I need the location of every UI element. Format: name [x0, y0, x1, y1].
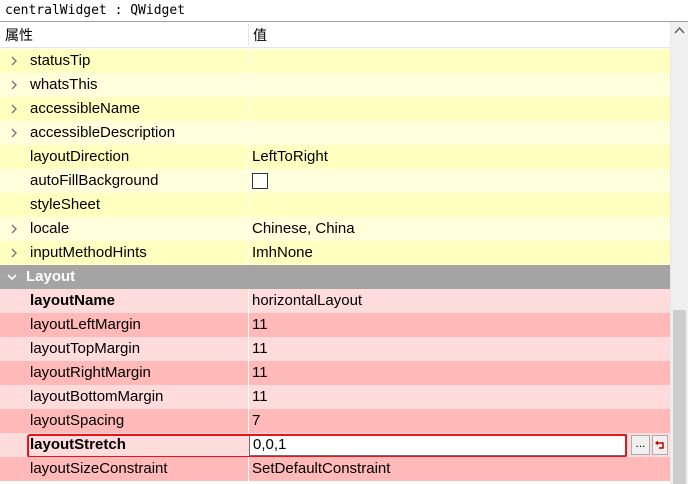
column-divider	[248, 121, 249, 145]
property-name: layoutStretch	[30, 436, 126, 453]
column-divider	[248, 217, 249, 241]
column-divider	[248, 337, 249, 361]
property-value[interactable]: Chinese, China	[252, 217, 355, 241]
scroll-up-arrow-icon[interactable]	[671, 22, 688, 39]
property-row-layoutBottomMargin[interactable]: layoutBottomMargin 11	[0, 385, 670, 409]
property-value[interactable]: ImhNone	[252, 241, 313, 265]
property-row-accessibleDescription[interactable]: accessibleDescription	[0, 121, 670, 145]
property-name: locale	[30, 220, 70, 237]
column-divider	[248, 193, 249, 217]
vertical-scrollbar[interactable]	[670, 22, 688, 484]
property-value[interactable]: SetDefaultConstraint	[252, 457, 390, 481]
property-row-accessibleName[interactable]: accessibleName	[0, 97, 670, 121]
column-divider	[248, 385, 249, 409]
property-name: statusTip	[30, 52, 91, 69]
property-name: layoutLeftMargin	[30, 316, 141, 333]
column-divider	[248, 169, 249, 193]
property-value[interactable]: horizontalLayout	[252, 289, 362, 313]
property-value[interactable]: 11	[252, 385, 268, 409]
column-divider	[248, 361, 249, 385]
property-name: layoutSpacing	[30, 412, 125, 429]
section-header-layout[interactable]: Layout	[0, 265, 670, 289]
section-title: Layout	[26, 268, 76, 285]
column-divider	[248, 313, 249, 337]
property-row-statusTip[interactable]: statusTip	[0, 49, 670, 73]
property-row-layoutName[interactable]: layoutName horizontalLayout	[0, 289, 670, 313]
expand-arrow-icon[interactable]	[8, 223, 20, 235]
header-value[interactable]: 值	[253, 22, 267, 48]
property-row-layoutRightMargin[interactable]: layoutRightMargin 11	[0, 361, 670, 385]
expand-arrow-icon[interactable]	[8, 247, 20, 259]
expand-arrow-icon[interactable]	[8, 55, 20, 67]
property-name: inputMethodHints	[30, 244, 147, 261]
property-name: layoutBottomMargin	[30, 388, 164, 405]
header-property[interactable]: 属性	[5, 22, 33, 48]
column-divider	[248, 73, 249, 97]
property-name: whatsThis	[30, 76, 98, 93]
header-divider[interactable]	[248, 24, 249, 46]
property-name: layoutTopMargin	[30, 340, 141, 357]
collapse-arrow-icon[interactable]	[6, 271, 18, 283]
property-value[interactable]: 0,0,1	[253, 435, 286, 455]
column-divider	[248, 241, 249, 265]
property-name: accessibleDescription	[30, 124, 176, 141]
property-name: layoutSizeConstraint	[30, 460, 168, 477]
column-divider	[248, 97, 249, 121]
property-table-header: 属性 值	[0, 22, 670, 48]
column-divider	[248, 289, 249, 313]
column-divider	[248, 145, 249, 169]
property-row-layoutDirection[interactable]: layoutDirection LeftToRight	[0, 145, 670, 169]
property-name: styleSheet	[30, 196, 101, 213]
property-row-inputMethodHints[interactable]: inputMethodHints ImhNone	[0, 241, 670, 265]
browse-button[interactable]: ...	[631, 435, 650, 455]
property-name: layoutRightMargin	[30, 364, 151, 381]
property-row-locale[interactable]: locale Chinese, China	[0, 217, 670, 241]
property-value[interactable]: 11	[252, 361, 268, 385]
property-value[interactable]: 11	[252, 337, 268, 361]
property-name: layoutName	[30, 292, 116, 309]
property-name: accessibleName	[30, 100, 141, 117]
property-row-autoFillBackground[interactable]: autoFillBackground	[0, 169, 670, 193]
property-name: autoFillBackground	[30, 172, 159, 189]
property-row-layoutTopMargin[interactable]: layoutTopMargin 11	[0, 337, 670, 361]
expand-arrow-icon[interactable]	[8, 79, 20, 91]
property-row-whatsThis[interactable]: whatsThis	[0, 73, 670, 97]
column-divider	[248, 49, 249, 73]
expand-arrow-icon[interactable]	[8, 127, 20, 139]
expand-arrow-icon[interactable]	[8, 103, 20, 115]
property-row-layoutSpacing[interactable]: layoutSpacing 7	[0, 409, 670, 433]
property-row-layoutLeftMargin[interactable]: layoutLeftMargin 11	[0, 313, 670, 337]
reset-button[interactable]	[652, 435, 668, 455]
layout-stretch-input[interactable]: 0,0,1	[249, 434, 627, 456]
property-row-layoutStretch[interactable]: layoutStretch 0,0,1 ...	[0, 433, 670, 458]
property-value[interactable]: LeftToRight	[252, 145, 328, 169]
property-row-layoutSizeConstraint[interactable]: layoutSizeConstraint SetDefaultConstrain…	[0, 457, 670, 481]
column-divider	[248, 457, 249, 481]
property-value[interactable]: 11	[252, 313, 268, 337]
scrollbar-thumb[interactable]	[673, 310, 686, 484]
property-row-styleSheet[interactable]: styleSheet	[0, 193, 670, 217]
property-value[interactable]: 7	[252, 409, 260, 433]
reset-arrow-icon	[655, 440, 664, 449]
column-divider	[248, 409, 249, 433]
property-name: layoutDirection	[30, 148, 130, 165]
object-title: centralWidget : QWidget	[0, 0, 688, 22]
property-list: statusTip whatsThis accessibleName acces…	[0, 49, 670, 481]
auto-fill-checkbox[interactable]	[252, 173, 268, 189]
